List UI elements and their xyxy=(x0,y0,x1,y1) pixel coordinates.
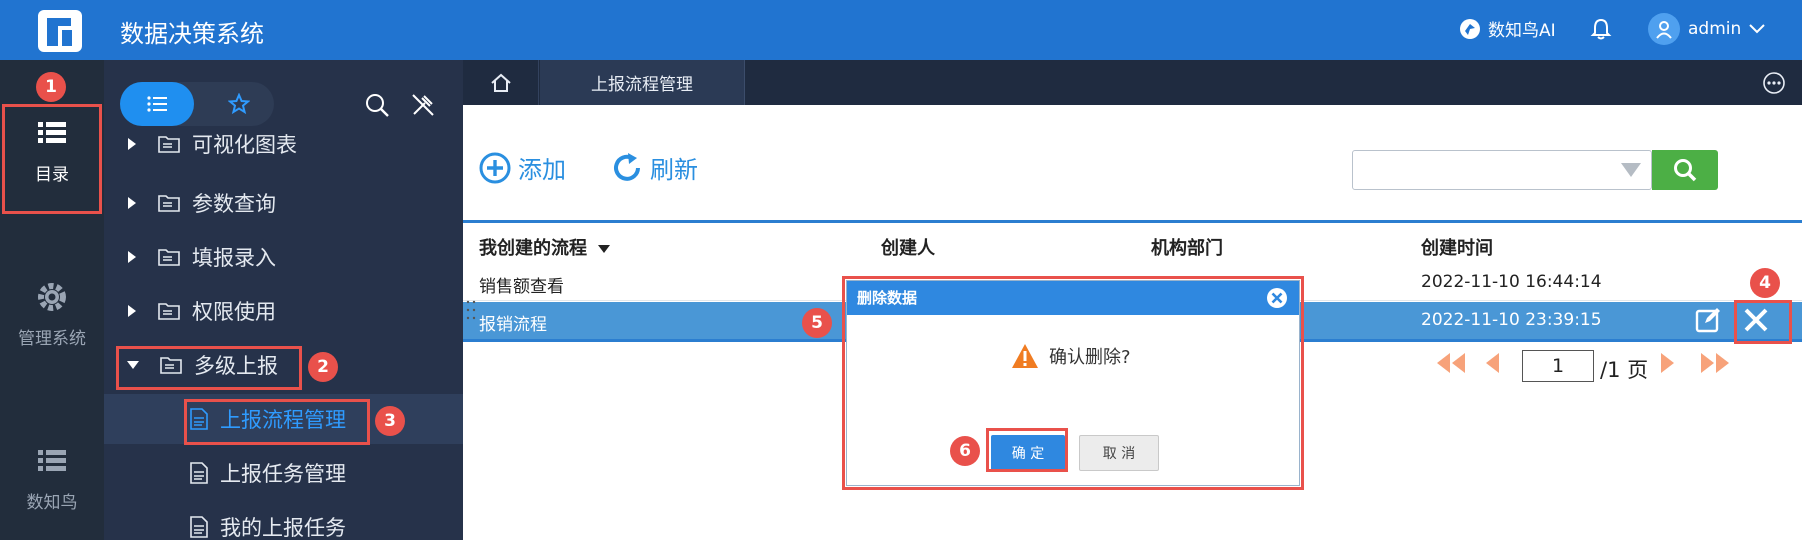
previous-page-icon[interactable] xyxy=(1482,350,1502,376)
grid-header: 我创建的流程 创建人 机构部门 创建时间 xyxy=(463,220,1802,264)
drag-handle-icon[interactable] xyxy=(465,298,477,322)
page-total: /1 页 xyxy=(1600,358,1649,382)
avatar xyxy=(1648,13,1680,45)
tree-item-visualization[interactable]: 可视化图表 xyxy=(104,126,463,162)
unpin-icon[interactable] xyxy=(410,92,436,118)
annotation-marker-4: 4 xyxy=(1750,268,1780,298)
tree-item-fill-entry[interactable]: 填报录入 xyxy=(104,232,463,282)
column-header-created-time: 创建时间 xyxy=(1421,238,1493,259)
tree-item-label: 填报录入 xyxy=(192,246,276,270)
caret-right-icon xyxy=(128,197,136,209)
tab-bar: 上报流程管理 xyxy=(463,60,1802,105)
rail-label: 管理系统 xyxy=(18,329,86,349)
annotation-marker-6: 6 xyxy=(950,436,980,466)
caret-right-icon xyxy=(128,305,136,317)
tree-item-permission[interactable]: 权限使用 xyxy=(104,286,463,336)
list-icon xyxy=(147,96,167,112)
directory-sidebar: 可视化图表 参数查询 填报录入 权限使用 多级上报 上报流程管理 上报任务管理 … xyxy=(104,60,463,540)
list-icon xyxy=(38,450,66,471)
more-options-icon[interactable] xyxy=(1762,71,1786,95)
chevron-down-icon xyxy=(1749,24,1765,34)
refresh-label: 刷新 xyxy=(650,156,698,184)
search-combobox[interactable] xyxy=(1352,150,1652,190)
flow-name-cell: 销售额查看 xyxy=(479,277,564,297)
folder-icon xyxy=(158,195,180,212)
dropdown-triangle-icon[interactable] xyxy=(1621,163,1641,177)
search-icon[interactable] xyxy=(364,92,390,118)
annotation-marker-2: 2 xyxy=(308,352,338,382)
annotation-marker-3: 3 xyxy=(375,406,405,436)
refresh-button[interactable]: 刷新 xyxy=(610,150,698,185)
add-label: 添加 xyxy=(518,156,566,184)
next-page-icon[interactable] xyxy=(1658,350,1678,376)
edit-icon[interactable] xyxy=(1694,306,1722,334)
caret-right-icon xyxy=(128,138,136,150)
created-time-cell: 2022-11-10 23:39:15 xyxy=(1421,310,1602,330)
annotation-marker-5: 5 xyxy=(802,308,832,338)
tree-item-my-report-tasks[interactable]: 我的上报任务 xyxy=(104,502,463,540)
tree-item-label: 我的上报任务 xyxy=(220,516,346,540)
tree-item-report-task-management[interactable]: 上报任务管理 xyxy=(104,448,463,498)
flow-name-cell: 报销流程 xyxy=(479,315,547,335)
bird-icon xyxy=(1460,18,1480,39)
favorites-button[interactable] xyxy=(204,82,274,126)
user-menu[interactable]: admin xyxy=(1648,13,1765,45)
user-name: admin xyxy=(1688,19,1742,39)
search-button[interactable] xyxy=(1652,150,1718,190)
column-header-creator: 创建人 xyxy=(881,238,935,259)
annotation-marker-1: 1 xyxy=(36,72,66,102)
gear-icon xyxy=(38,283,66,311)
column-header-my-flows[interactable]: 我创建的流程 xyxy=(479,234,611,260)
add-button[interactable]: 添加 xyxy=(478,150,566,185)
rail-item-management[interactable]: 管理系统 xyxy=(0,280,104,349)
annotation-box-3 xyxy=(184,399,370,445)
view-toggle xyxy=(120,82,274,126)
header-label: 我创建的流程 xyxy=(479,238,587,259)
tree-item-label: 可视化图表 xyxy=(192,133,297,157)
app-title: 数据决策系统 xyxy=(120,20,264,48)
ai-assistant-button[interactable]: 数知鸟AI xyxy=(1458,16,1556,41)
tree-item-parameter-query[interactable]: 参数查询 xyxy=(104,178,463,228)
home-tab[interactable] xyxy=(463,60,539,105)
rail-item-shuzhiniao[interactable]: 数知鸟 xyxy=(0,444,104,513)
first-page-icon[interactable] xyxy=(1434,350,1468,376)
annotation-box-5 xyxy=(842,276,1304,490)
column-header-department: 机构部门 xyxy=(1151,238,1223,259)
ai-label: 数知鸟AI xyxy=(1488,21,1556,41)
tree-item-label: 上报任务管理 xyxy=(220,462,346,486)
app-logo-icon[interactable] xyxy=(38,10,82,52)
plus-circle-icon xyxy=(479,152,511,183)
user-icon xyxy=(1656,21,1672,39)
document-icon xyxy=(190,462,208,484)
star-icon xyxy=(228,93,250,115)
home-icon xyxy=(490,73,511,92)
folder-icon xyxy=(158,136,180,153)
tree-item-label: 权限使用 xyxy=(192,300,276,324)
top-bar: 数据决策系统 数知鸟AI admin xyxy=(0,0,1802,60)
tree-view-button[interactable] xyxy=(120,82,194,126)
caret-right-icon xyxy=(128,251,136,263)
search-icon xyxy=(1674,159,1697,182)
document-icon xyxy=(190,516,208,538)
created-time-cell: 2022-11-10 16:44:14 xyxy=(1421,272,1602,292)
tab-report-flow-management[interactable]: 上报流程管理 xyxy=(540,60,745,105)
tree-item-label: 参数查询 xyxy=(192,192,276,216)
folder-icon xyxy=(158,303,180,320)
bell-icon[interactable] xyxy=(1588,16,1614,42)
annotation-box-4 xyxy=(1734,300,1792,344)
rail-label: 数知鸟 xyxy=(26,493,78,513)
sort-down-icon[interactable] xyxy=(597,244,611,254)
page-number-input[interactable]: 1 xyxy=(1522,350,1594,382)
refresh-icon xyxy=(614,152,640,181)
annotation-box-1 xyxy=(2,104,102,214)
last-page-icon[interactable] xyxy=(1698,350,1732,376)
folder-icon xyxy=(158,249,180,266)
annotation-box-6 xyxy=(986,428,1068,472)
annotation-box-2 xyxy=(116,346,302,390)
